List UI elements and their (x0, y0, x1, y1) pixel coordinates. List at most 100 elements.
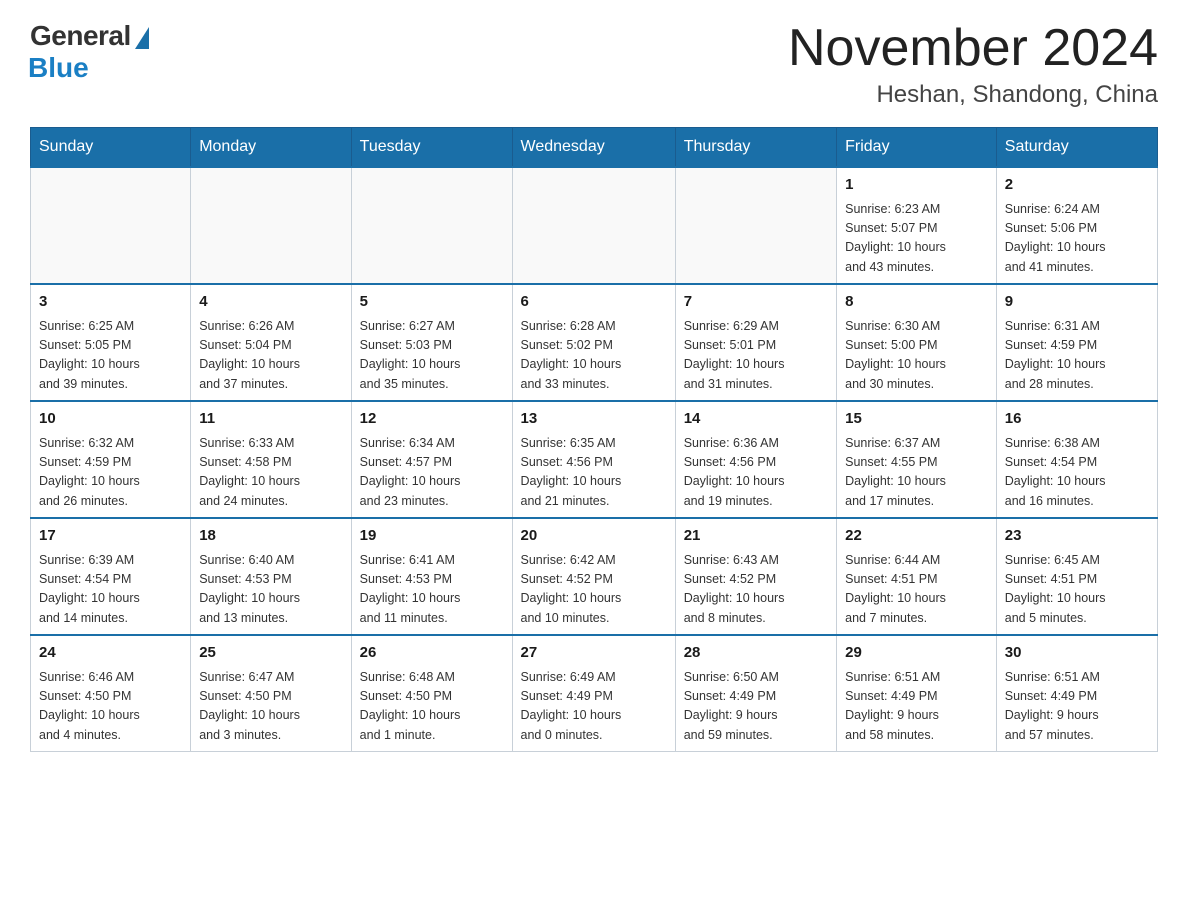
calendar-cell (512, 167, 675, 284)
weekday-header-sunday: Sunday (31, 128, 191, 168)
day-info: Sunrise: 6:41 AM Sunset: 4:53 PM Dayligh… (360, 551, 504, 629)
calendar-cell: 9 Sunrise: 6:31 AM Sunset: 4:59 PM Daylig… (996, 284, 1157, 401)
calendar-cell: 3 Sunrise: 6:25 AM Sunset: 5:05 PM Daylig… (31, 284, 191, 401)
day-number: 15 (845, 408, 988, 431)
day-info: Sunrise: 6:42 AM Sunset: 4:52 PM Dayligh… (521, 551, 667, 629)
calendar-cell: 7 Sunrise: 6:29 AM Sunset: 5:01 PM Daylig… (675, 284, 836, 401)
day-info: Sunrise: 6:38 AM Sunset: 4:54 PM Dayligh… (1005, 434, 1149, 512)
week-row-4: 17 Sunrise: 6:39 AM Sunset: 4:54 PM Dayli… (31, 518, 1158, 635)
day-info: Sunrise: 6:47 AM Sunset: 4:50 PM Dayligh… (199, 668, 342, 746)
calendar-cell: 20 Sunrise: 6:42 AM Sunset: 4:52 PM Dayli… (512, 518, 675, 635)
day-number: 16 (1005, 408, 1149, 431)
day-number: 19 (360, 525, 504, 548)
day-info: Sunrise: 6:27 AM Sunset: 5:03 PM Dayligh… (360, 317, 504, 395)
week-row-5: 24 Sunrise: 6:46 AM Sunset: 4:50 PM Dayli… (31, 635, 1158, 752)
location-title: Heshan, Shandong, China (788, 81, 1158, 109)
day-number: 10 (39, 408, 182, 431)
day-number: 11 (199, 408, 342, 431)
weekday-header-row: SundayMondayTuesdayWednesdayThursdayFrid… (31, 128, 1158, 168)
weekday-header-wednesday: Wednesday (512, 128, 675, 168)
weekday-header-friday: Friday (837, 128, 997, 168)
day-number: 20 (521, 525, 667, 548)
day-info: Sunrise: 6:48 AM Sunset: 4:50 PM Dayligh… (360, 668, 504, 746)
calendar-cell: 4Sunrise: 6:26 AM Sunset: 5:04 PM Daylig… (191, 284, 351, 401)
day-info: Sunrise: 6:31 AM Sunset: 4:59 PM Dayligh… (1005, 317, 1149, 395)
calendar-cell: 14 Sunrise: 6:36 AM Sunset: 4:56 PM Dayli… (675, 401, 836, 518)
calendar-cell: 8Sunrise: 6:30 AM Sunset: 5:00 PM Daylig… (837, 284, 997, 401)
day-info: Sunrise: 6:46 AM Sunset: 4:50 PM Dayligh… (39, 668, 182, 746)
day-info: Sunrise: 6:26 AM Sunset: 5:04 PM Dayligh… (199, 317, 342, 395)
day-info: Sunrise: 6:36 AM Sunset: 4:56 PM Dayligh… (684, 434, 828, 512)
calendar-cell: 1Sunrise: 6:23 AM Sunset: 5:07 PM Daylig… (837, 167, 997, 284)
day-info: Sunrise: 6:23 AM Sunset: 5:07 PM Dayligh… (845, 200, 988, 278)
day-number: 28 (684, 642, 828, 665)
day-info: Sunrise: 6:43 AM Sunset: 4:52 PM Dayligh… (684, 551, 828, 629)
day-number: 3 (39, 291, 182, 314)
day-number: 18 (199, 525, 342, 548)
calendar-body: 1Sunrise: 6:23 AM Sunset: 5:07 PM Daylig… (31, 167, 1158, 752)
day-info: Sunrise: 6:40 AM Sunset: 4:53 PM Dayligh… (199, 551, 342, 629)
calendar-cell: 22 Sunrise: 6:44 AM Sunset: 4:51 PM Dayli… (837, 518, 997, 635)
day-number: 13 (521, 408, 667, 431)
day-number: 22 (845, 525, 988, 548)
day-number: 2 (1005, 174, 1149, 197)
calendar-cell: 29 Sunrise: 6:51 AM Sunset: 4:49 PM Dayli… (837, 635, 997, 752)
day-number: 30 (1005, 642, 1149, 665)
day-number: 14 (684, 408, 828, 431)
calendar-cell (675, 167, 836, 284)
logo-triangle-icon (135, 27, 149, 49)
calendar-table: SundayMondayTuesdayWednesdayThursdayFrid… (30, 127, 1158, 752)
day-number: 24 (39, 642, 182, 665)
calendar-cell: 23Sunrise: 6:45 AM Sunset: 4:51 PM Dayli… (996, 518, 1157, 635)
logo-blue-text: Blue (28, 52, 89, 84)
week-row-3: 10 Sunrise: 6:32 AM Sunset: 4:59 PM Dayli… (31, 401, 1158, 518)
day-info: Sunrise: 6:49 AM Sunset: 4:49 PM Dayligh… (521, 668, 667, 746)
page-header: General Blue November 2024 Heshan, Shand… (30, 20, 1158, 109)
calendar-cell: 19 Sunrise: 6:41 AM Sunset: 4:53 PM Dayli… (351, 518, 512, 635)
calendar-cell: 25 Sunrise: 6:47 AM Sunset: 4:50 PM Dayli… (191, 635, 351, 752)
day-number: 12 (360, 408, 504, 431)
weekday-header-tuesday: Tuesday (351, 128, 512, 168)
day-number: 9 (1005, 291, 1149, 314)
day-number: 5 (360, 291, 504, 314)
calendar-cell: 12 Sunrise: 6:34 AM Sunset: 4:57 PM Dayli… (351, 401, 512, 518)
week-row-1: 1Sunrise: 6:23 AM Sunset: 5:07 PM Daylig… (31, 167, 1158, 284)
day-number: 27 (521, 642, 667, 665)
day-info: Sunrise: 6:32 AM Sunset: 4:59 PM Dayligh… (39, 434, 182, 512)
month-title: November 2024 (788, 20, 1158, 77)
calendar-cell: 13 Sunrise: 6:35 AM Sunset: 4:56 PM Dayli… (512, 401, 675, 518)
logo: General Blue (30, 20, 149, 84)
day-info: Sunrise: 6:44 AM Sunset: 4:51 PM Dayligh… (845, 551, 988, 629)
day-info: Sunrise: 6:37 AM Sunset: 4:55 PM Dayligh… (845, 434, 988, 512)
day-number: 21 (684, 525, 828, 548)
calendar-cell: 15 Sunrise: 6:37 AM Sunset: 4:55 PM Dayli… (837, 401, 997, 518)
day-info: Sunrise: 6:25 AM Sunset: 5:05 PM Dayligh… (39, 317, 182, 395)
day-number: 17 (39, 525, 182, 548)
day-number: 25 (199, 642, 342, 665)
weekday-header-saturday: Saturday (996, 128, 1157, 168)
calendar-cell: 11Sunrise: 6:33 AM Sunset: 4:58 PM Dayli… (191, 401, 351, 518)
day-info: Sunrise: 6:51 AM Sunset: 4:49 PM Dayligh… (845, 668, 988, 746)
day-info: Sunrise: 6:35 AM Sunset: 4:56 PM Dayligh… (521, 434, 667, 512)
calendar-cell: 27 Sunrise: 6:49 AM Sunset: 4:49 PM Dayli… (512, 635, 675, 752)
logo-general-text: General (30, 20, 131, 52)
calendar-cell: 17 Sunrise: 6:39 AM Sunset: 4:54 PM Dayli… (31, 518, 191, 635)
weekday-header-monday: Monday (191, 128, 351, 168)
day-info: Sunrise: 6:50 AM Sunset: 4:49 PM Dayligh… (684, 668, 828, 746)
day-info: Sunrise: 6:24 AM Sunset: 5:06 PM Dayligh… (1005, 200, 1149, 278)
calendar-cell: 2 Sunrise: 6:24 AM Sunset: 5:06 PM Daylig… (996, 167, 1157, 284)
day-info: Sunrise: 6:29 AM Sunset: 5:01 PM Dayligh… (684, 317, 828, 395)
day-number: 7 (684, 291, 828, 314)
calendar-cell: 28 Sunrise: 6:50 AM Sunset: 4:49 PM Dayli… (675, 635, 836, 752)
day-number: 8 (845, 291, 988, 314)
calendar-cell (351, 167, 512, 284)
day-info: Sunrise: 6:34 AM Sunset: 4:57 PM Dayligh… (360, 434, 504, 512)
day-number: 29 (845, 642, 988, 665)
calendar-cell: 26 Sunrise: 6:48 AM Sunset: 4:50 PM Dayli… (351, 635, 512, 752)
day-info: Sunrise: 6:39 AM Sunset: 4:54 PM Dayligh… (39, 551, 182, 629)
day-number: 26 (360, 642, 504, 665)
calendar-cell: 30Sunrise: 6:51 AM Sunset: 4:49 PM Dayli… (996, 635, 1157, 752)
day-number: 23 (1005, 525, 1149, 548)
calendar-cell (191, 167, 351, 284)
calendar-cell: 21 Sunrise: 6:43 AM Sunset: 4:52 PM Dayli… (675, 518, 836, 635)
